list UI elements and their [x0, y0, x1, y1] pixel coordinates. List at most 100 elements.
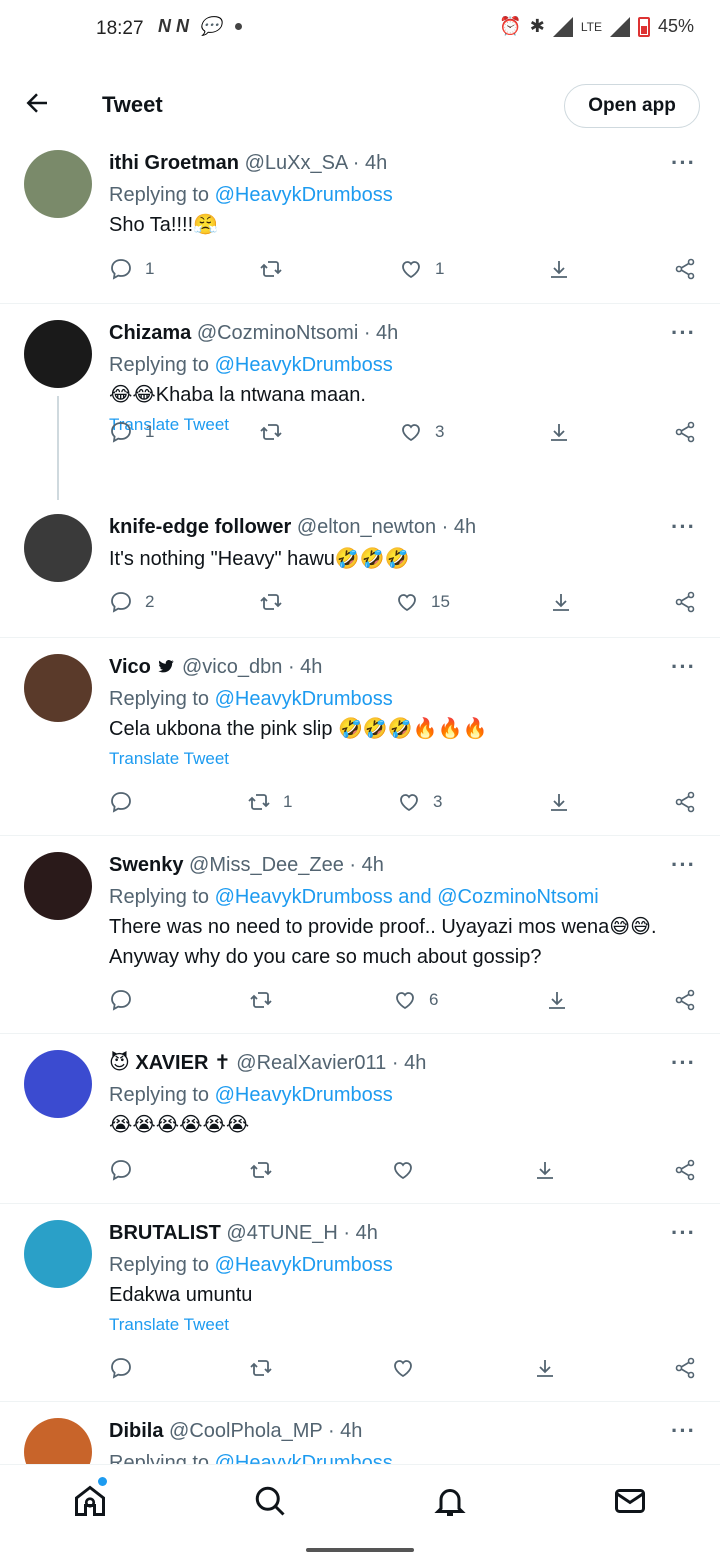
author-name[interactable]: Chizama — [109, 322, 191, 344]
like-button[interactable]: 15 — [395, 590, 450, 614]
more-options-icon[interactable]: ··· — [671, 514, 696, 540]
open-app-button[interactable]: Open app — [564, 84, 700, 128]
avatar[interactable] — [24, 654, 92, 722]
reply-target-link[interactable]: @HeavykDrumboss — [215, 1452, 393, 1464]
avatar[interactable] — [24, 852, 92, 920]
reply-button[interactable] — [109, 1158, 133, 1182]
like-button[interactable] — [391, 1158, 415, 1182]
avatar[interactable] — [24, 320, 92, 388]
avatar[interactable] — [24, 514, 92, 582]
share-button[interactable] — [673, 420, 697, 444]
translate-tweet-link[interactable]: Translate Tweet — [109, 744, 700, 774]
translate-tweet-link[interactable]: Translate Tweet — [109, 1310, 700, 1340]
share-icon — [675, 258, 695, 280]
like-button[interactable]: 6 — [393, 988, 438, 1012]
more-options-icon[interactable]: ··· — [671, 1050, 696, 1076]
author-handle[interactable]: @Miss_Dee_Zee — [189, 854, 344, 876]
share-download-button[interactable] — [547, 420, 571, 444]
author-handle[interactable]: @RealXavier011 — [236, 1052, 386, 1074]
action-bar: 1 3 — [109, 420, 701, 450]
status-bar: 18:27 N N 💬 ⏰ ✱ LTE 45% — [0, 0, 720, 60]
like-button[interactable]: 1 — [399, 257, 444, 281]
tweet[interactable]: ithi Groetman @LuXx_SA · 4h Replying to … — [0, 140, 720, 304]
reply-target-link[interactable]: @HeavykDrumboss — [215, 1254, 393, 1276]
author-name[interactable]: ithi Groetman — [109, 152, 239, 174]
tweet[interactable]: Chizama @CozminoNtsomi · 4h Replying to … — [0, 304, 720, 500]
tweet[interactable]: Vico @vico_dbn · 4h Replying to @HeavykD… — [0, 638, 720, 836]
retweet-button[interactable] — [259, 590, 295, 614]
more-options-icon[interactable]: ··· — [671, 852, 696, 878]
author-handle[interactable]: @LuXx_SA — [245, 152, 348, 174]
tweet-text: Cela ukbona the pink slip 🤣🤣🤣🔥🔥🔥 — [109, 718, 488, 740]
like-button[interactable]: 3 — [399, 420, 444, 444]
tweet[interactable]: Dibila @CoolPhola_MP · 4h Replying to @H… — [0, 1402, 720, 1464]
retweet-button[interactable] — [259, 257, 295, 281]
retweet-button[interactable] — [259, 420, 295, 444]
system-home-indicator[interactable] — [306, 1548, 414, 1552]
avatar[interactable] — [24, 150, 92, 218]
share-button[interactable] — [673, 790, 697, 814]
reply-target-link[interactable]: @HeavykDrumboss and @CozminoNtsomi — [215, 886, 599, 908]
share-download-button[interactable] — [545, 988, 569, 1012]
tweet[interactable]: knife-edge follower @elton_newton · 4h I… — [0, 500, 720, 638]
replying-label: Replying to — [109, 1254, 210, 1276]
share-button[interactable] — [673, 988, 697, 1012]
retweet-button[interactable] — [249, 1158, 273, 1182]
tweet[interactable]: 😈 XAVIER ✝ @RealXavier011 · 4h Replying … — [0, 1034, 720, 1204]
like-count: 3 — [433, 792, 443, 811]
home-icon[interactable] — [72, 1483, 108, 1519]
retweet-button[interactable] — [249, 988, 285, 1012]
avatar[interactable] — [24, 1220, 92, 1288]
retweet-button[interactable] — [249, 1356, 273, 1380]
author-name[interactable]: XAVIER ✝ — [135, 1052, 230, 1074]
author-handle[interactable]: @4TUNE_H — [226, 1222, 337, 1244]
share-download-button[interactable] — [547, 790, 571, 814]
author-handle[interactable]: @CoolPhola_MP — [169, 1420, 322, 1442]
reply-button[interactable] — [109, 790, 145, 814]
bottom-navigation — [0, 1464, 720, 1560]
author-name[interactable]: Dibila — [109, 1420, 163, 1442]
reply-target-link[interactable]: @HeavykDrumboss — [215, 1084, 393, 1106]
author-name[interactable]: BRUTALIST — [109, 1222, 221, 1244]
share-button[interactable] — [673, 257, 697, 281]
share-button[interactable] — [673, 590, 697, 614]
more-options-icon[interactable]: ··· — [671, 654, 696, 680]
reply-button[interactable] — [109, 1356, 133, 1380]
reply-button[interactable] — [109, 988, 145, 1012]
reply-target-link[interactable]: @HeavykDrumboss — [215, 688, 393, 710]
share-download-button[interactable] — [547, 257, 571, 281]
share-button[interactable] — [673, 1158, 697, 1182]
more-options-icon[interactable]: ··· — [671, 320, 696, 346]
share-download-button[interactable] — [549, 590, 573, 614]
share-download-button[interactable] — [533, 1356, 557, 1380]
reply-target-link[interactable]: @HeavykDrumboss — [215, 354, 393, 376]
reply-button[interactable]: 1 — [109, 420, 154, 444]
like-button[interactable]: 3 — [397, 790, 442, 814]
share-download-button[interactable] — [533, 1158, 557, 1182]
author-name[interactable]: knife-edge follower — [109, 516, 291, 538]
tweet[interactable]: Swenky @Miss_Dee_Zee · 4h Replying to @H… — [0, 836, 720, 1034]
share-button[interactable] — [673, 1356, 697, 1380]
author-name[interactable]: Vico — [109, 656, 151, 678]
author-handle[interactable]: @elton_newton — [297, 516, 436, 538]
thread-line — [57, 396, 59, 500]
notification-icons: N N 💬 — [158, 16, 243, 37]
mail-icon[interactable] — [612, 1483, 648, 1519]
like-button[interactable] — [391, 1356, 415, 1380]
more-options-icon[interactable]: ··· — [671, 150, 696, 176]
retweet-button[interactable]: 1 — [247, 790, 292, 814]
reply-button[interactable]: 1 — [109, 257, 154, 281]
author-name[interactable]: Swenky — [109, 854, 183, 876]
reply-button[interactable]: 2 — [109, 590, 154, 614]
reply-target-link[interactable]: @HeavykDrumboss — [215, 184, 393, 206]
author-handle[interactable]: @vico_dbn — [182, 656, 282, 678]
back-arrow-icon[interactable] — [22, 88, 52, 118]
more-options-icon[interactable]: ··· — [671, 1220, 696, 1246]
search-icon[interactable] — [252, 1483, 288, 1519]
more-options-icon[interactable]: ··· — [671, 1418, 696, 1444]
author-handle[interactable]: @CozminoNtsomi — [197, 322, 358, 344]
avatar[interactable] — [24, 1418, 92, 1464]
tweet[interactable]: BRUTALIST @4TUNE_H · 4h Replying to @Hea… — [0, 1204, 720, 1402]
bell-icon[interactable] — [432, 1483, 468, 1519]
avatar[interactable] — [24, 1050, 92, 1118]
